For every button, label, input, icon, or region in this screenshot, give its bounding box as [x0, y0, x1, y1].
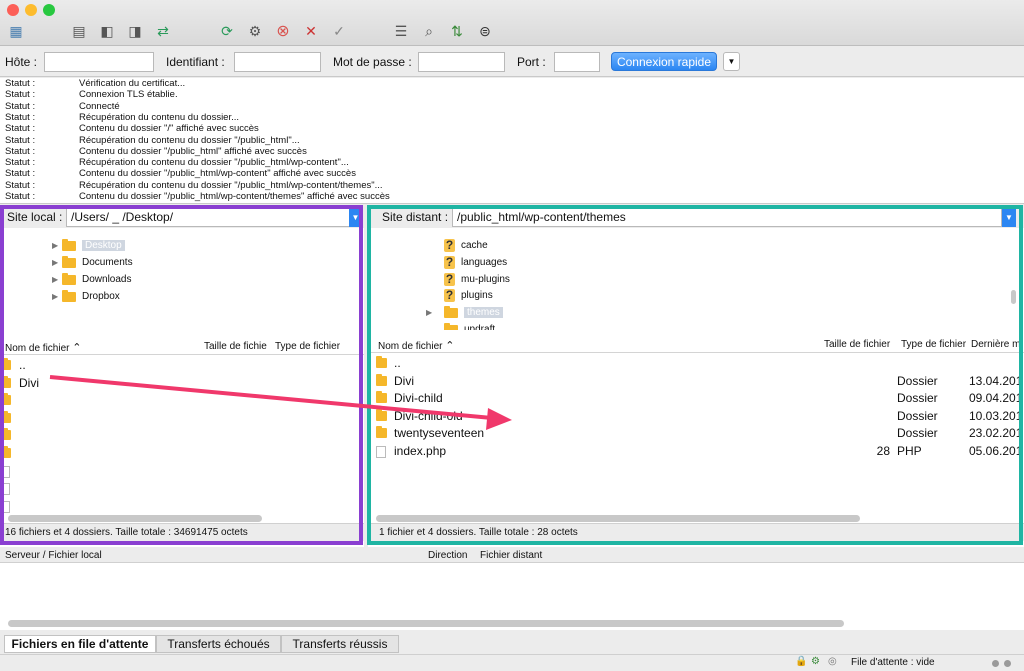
queue-tabs: Fichiers en file d'attente Transferts éc… — [0, 632, 1024, 654]
queue-col-server[interactable]: Serveur / Fichier local — [5, 550, 102, 561]
queue-header: Serveur / Fichier local Direction Fichie… — [0, 548, 1024, 563]
queue-col-direction[interactable]: Direction — [428, 550, 467, 561]
activity-led-recv — [992, 660, 999, 667]
queue-list — [0, 563, 1024, 630]
bottom-status-bar: 🔒 ⚙ ◎ File d'attente : vide — [0, 654, 1024, 671]
drag-arrow-line — [49, 375, 493, 420]
speed-limit-icon[interactable]: ⚙ — [811, 656, 820, 667]
queue-status-text: File d'attente : vide — [851, 657, 935, 668]
tab-successful-transfers[interactable]: Transferts réussis — [281, 635, 399, 653]
lock-icon: 🔒 — [795, 656, 808, 667]
drag-arrow-head — [486, 408, 512, 430]
tab-failed-transfers[interactable]: Transferts échoués — [156, 635, 281, 653]
remote-highlight-frame — [367, 205, 1023, 545]
local-highlight-frame — [0, 205, 363, 545]
tab-queued-files[interactable]: Fichiers en file d'attente — [4, 635, 156, 653]
filter-icon[interactable]: ◎ — [828, 656, 837, 667]
activity-led-send — [1004, 660, 1011, 667]
queue-horizontal-scrollbar[interactable] — [8, 620, 844, 627]
queue-col-remote[interactable]: Fichier distant — [480, 550, 542, 561]
